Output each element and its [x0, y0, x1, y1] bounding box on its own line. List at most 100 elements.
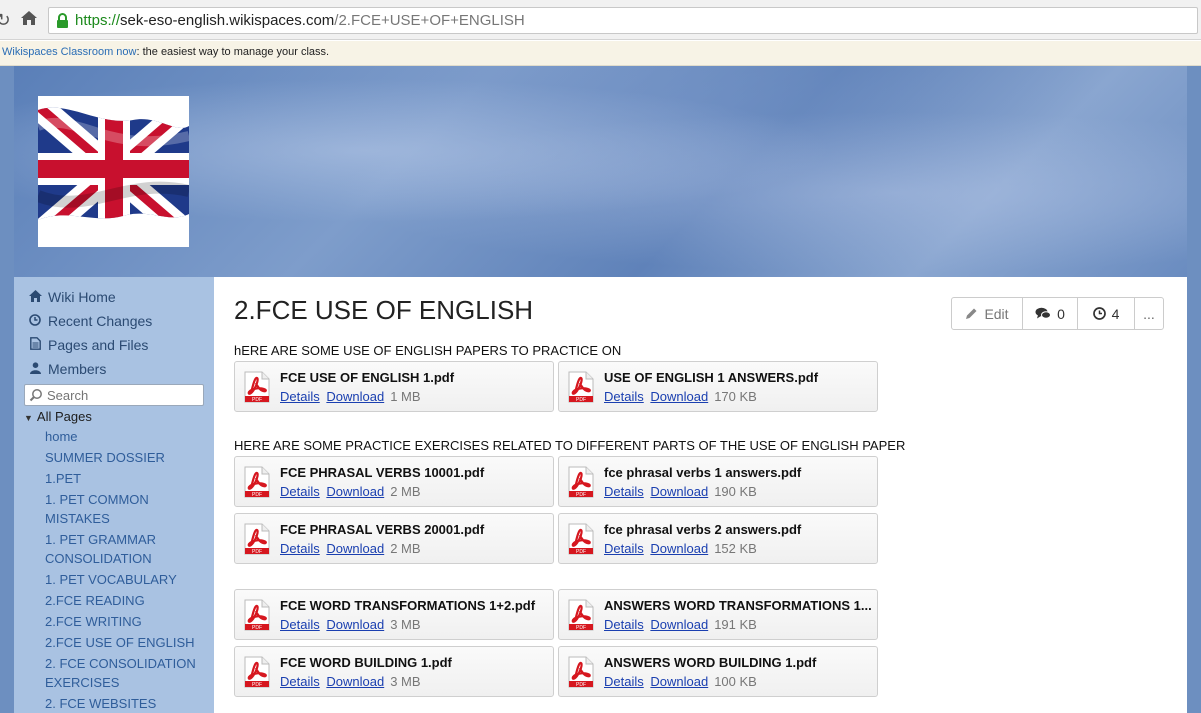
- file-card: PDF fce phrasal verbs 2 answers.pdf Detail…: [558, 513, 878, 564]
- clock-icon: [1092, 307, 1106, 320]
- file-name[interactable]: fce phrasal verbs 1 answers.pdf: [604, 465, 874, 480]
- details-link[interactable]: Details: [280, 389, 320, 404]
- file-size: 170 KB: [714, 389, 757, 404]
- file-name[interactable]: ANSWERS WORD TRANSFORMATIONS 1...: [604, 598, 874, 613]
- file-actions: Details Download 3 MB: [280, 617, 421, 632]
- file-name[interactable]: FCE USE OF ENGLISH 1.pdf: [280, 370, 550, 385]
- pdf-file-icon[interactable]: PDF: [567, 599, 595, 636]
- svg-text:PDF: PDF: [576, 397, 586, 403]
- pdf-file-icon[interactable]: PDF: [567, 466, 595, 503]
- sidebar-item-recent-changes[interactable]: Recent Changes: [28, 313, 152, 329]
- svg-text:PDF: PDF: [252, 625, 262, 631]
- download-link[interactable]: Download: [326, 617, 384, 632]
- details-link[interactable]: Details: [280, 674, 320, 689]
- sidebar-item-pages-and-files[interactable]: Pages and Files: [28, 337, 148, 353]
- pdf-file-icon[interactable]: PDF: [243, 599, 271, 636]
- home-button-icon[interactable]: [18, 9, 40, 31]
- file-name[interactable]: FCE PHRASAL VERBS 20001.pdf: [280, 522, 550, 537]
- file-card: PDF ANSWERS WORD TRANSFORMATIONS 1... Deta…: [558, 589, 878, 640]
- svg-text:PDF: PDF: [252, 549, 262, 555]
- details-link[interactable]: Details: [604, 617, 644, 632]
- download-link[interactable]: Download: [326, 541, 384, 556]
- details-link[interactable]: Details: [280, 541, 320, 556]
- page-link[interactable]: 1.PET: [45, 469, 210, 488]
- svg-text:PDF: PDF: [576, 492, 586, 498]
- page-link[interactable]: 1. PET GRAMMAR CONSOLIDATION: [45, 530, 210, 568]
- details-link[interactable]: Details: [604, 484, 644, 499]
- file-size: 1 MB: [390, 389, 421, 404]
- download-link[interactable]: Download: [650, 617, 708, 632]
- more-label: ...: [1143, 305, 1155, 322]
- details-link[interactable]: Details: [604, 541, 644, 556]
- pdf-file-icon[interactable]: PDF: [243, 523, 271, 560]
- search-input[interactable]: [47, 387, 197, 403]
- download-link[interactable]: Download: [326, 389, 384, 404]
- page-link[interactable]: 1. PET COMMON MISTAKES: [45, 490, 210, 528]
- download-link[interactable]: Download: [650, 389, 708, 404]
- comments-button[interactable]: 0: [1023, 298, 1078, 329]
- download-link[interactable]: Download: [650, 484, 708, 499]
- page-link[interactable]: SUMMER DOSSIER: [45, 448, 210, 467]
- sidebar-item-wiki-home[interactable]: Wiki Home: [28, 289, 116, 305]
- page-link[interactable]: 2. FCE WEBSITES: [45, 694, 210, 713]
- page-link[interactable]: 2. FCE CONSOLIDATION EXERCISES: [45, 654, 210, 692]
- file-card: PDF ANSWERS WORD BUILDING 1.pdf Details Do…: [558, 646, 878, 697]
- edit-button[interactable]: Edit: [952, 298, 1023, 329]
- page-link[interactable]: 2.FCE USE OF ENGLISH: [45, 633, 210, 652]
- file-name[interactable]: FCE WORD BUILDING 1.pdf: [280, 655, 550, 670]
- pdf-file-icon[interactable]: PDF: [243, 466, 271, 503]
- reload-icon[interactable]: ↻: [0, 9, 14, 31]
- pdf-file-icon[interactable]: PDF: [243, 656, 271, 693]
- url-path: /2.FCE+USE+OF+ENGLISH: [334, 12, 525, 29]
- page-link[interactable]: home: [45, 427, 210, 446]
- download-link[interactable]: Download: [650, 674, 708, 689]
- page-frame: Wiki Home Recent Changes Pages and Files…: [0, 66, 1201, 713]
- file-size: 2 MB: [390, 541, 421, 556]
- sidebar-item-members[interactable]: Members: [28, 361, 106, 377]
- promo-link[interactable]: Wikispaces Classroom now: [2, 46, 136, 58]
- file-card: PDF FCE PHRASAL VERBS 10001.pdf Details Do…: [234, 456, 554, 507]
- pdf-file-icon[interactable]: PDF: [567, 656, 595, 693]
- details-link[interactable]: Details: [280, 617, 320, 632]
- comments-icon: [1035, 307, 1052, 319]
- file-name[interactable]: FCE PHRASAL VERBS 10001.pdf: [280, 465, 550, 480]
- file-card: PDF FCE PHRASAL VERBS 20001.pdf Details Do…: [234, 513, 554, 564]
- history-button[interactable]: 4: [1078, 298, 1135, 329]
- details-link[interactable]: Details: [604, 389, 644, 404]
- details-link[interactable]: Details: [604, 674, 644, 689]
- file-actions: Details Download 3 MB: [280, 674, 421, 689]
- lock-icon: [56, 13, 69, 34]
- address-bar[interactable]: https://sek-eso-english.wikispaces.com/2…: [48, 7, 1198, 34]
- pdf-file-icon[interactable]: PDF: [567, 523, 595, 560]
- file-size: 190 KB: [714, 484, 757, 499]
- file-name[interactable]: ANSWERS WORD BUILDING 1.pdf: [604, 655, 874, 670]
- triangle-down-icon: ▼: [24, 413, 33, 423]
- svg-text:PDF: PDF: [252, 682, 262, 688]
- file-card: PDF FCE WORD TRANSFORMATIONS 1+2.pdf Detai…: [234, 589, 554, 640]
- wiki-logo[interactable]: [38, 96, 189, 247]
- promo-text: : the easiest way to manage your class.: [136, 46, 330, 58]
- more-button[interactable]: ...: [1135, 298, 1163, 329]
- download-link[interactable]: Download: [326, 484, 384, 499]
- comments-count: 0: [1057, 305, 1065, 322]
- file-card: PDF USE OF ENGLISH 1 ANSWERS.pdf Details D…: [558, 361, 878, 412]
- file-name[interactable]: fce phrasal verbs 2 answers.pdf: [604, 522, 874, 537]
- file-actions: Details Download 2 MB: [280, 484, 421, 499]
- page-link[interactable]: 2.FCE WRITING: [45, 612, 210, 631]
- sidebar-item-label: Members: [48, 361, 107, 377]
- file-name[interactable]: FCE WORD TRANSFORMATIONS 1+2.pdf: [280, 598, 550, 613]
- search-box[interactable]: [24, 384, 204, 406]
- pdf-file-icon[interactable]: PDF: [567, 371, 595, 408]
- home-icon: [28, 290, 42, 305]
- file-name[interactable]: USE OF ENGLISH 1 ANSWERS.pdf: [604, 370, 874, 385]
- download-link[interactable]: Download: [326, 674, 384, 689]
- page-link[interactable]: 2.FCE READING: [45, 591, 210, 610]
- sidebar-item-label: Recent Changes: [48, 313, 153, 329]
- download-link[interactable]: Download: [650, 541, 708, 556]
- details-link[interactable]: Details: [280, 484, 320, 499]
- all-pages-toggle[interactable]: ▼ All Pages: [24, 409, 92, 424]
- pdf-file-icon[interactable]: PDF: [243, 371, 271, 408]
- url-scheme: https://: [75, 12, 121, 29]
- page-link[interactable]: 1. PET VOCABULARY: [45, 570, 210, 589]
- file-size: 100 KB: [714, 674, 757, 689]
